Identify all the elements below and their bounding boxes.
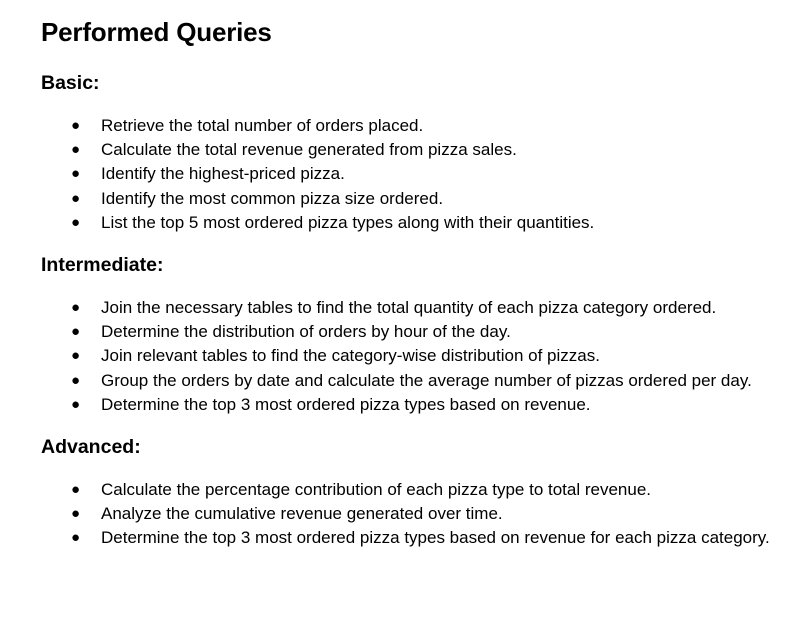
intermediate-query-list: ● Join the necessary tables to find the t…	[41, 296, 781, 417]
list-item: ● Determine the top 3 most ordered pizza …	[41, 526, 781, 550]
bullet-icon: ●	[71, 323, 81, 341]
list-item: ● Identify the most common pizza size ord…	[41, 187, 781, 211]
bullet-icon: ●	[71, 213, 81, 231]
list-item: ● List the top 5 most ordered pizza types…	[41, 211, 781, 235]
basic-query-list: ● Retrieve the total number of orders pla…	[41, 114, 781, 235]
bullet-icon: ●	[71, 165, 81, 183]
bullet-icon: ●	[71, 481, 81, 499]
bullet-icon: ●	[71, 189, 81, 207]
bullet-icon: ●	[71, 529, 81, 547]
page-title: Performed Queries	[41, 17, 272, 47]
list-item: ● Calculate the percentage contribution o…	[41, 478, 781, 502]
list-item: ● Determine the top 3 most ordered pizza …	[41, 393, 781, 417]
bullet-icon: ●	[71, 141, 81, 159]
document-page: Performed Queries Basic: ● Retrieve the t…	[41, 14, 781, 551]
bullet-icon: ●	[71, 299, 81, 317]
section-heading-basic: Basic:	[41, 72, 100, 94]
list-item: ● Determine the distribution of orders by…	[41, 320, 781, 344]
bullet-icon: ●	[71, 395, 81, 413]
list-item: ● Calculate the total revenue generated f…	[41, 138, 781, 162]
list-item: ● Retrieve the total number of orders pla…	[41, 114, 781, 138]
section-heading-advanced: Advanced:	[41, 436, 141, 459]
section-heading-intermediate: Intermediate:	[41, 254, 164, 277]
list-item: ● Join relevant tables to find the catego…	[41, 344, 781, 368]
bullet-icon: ●	[71, 371, 81, 389]
list-item: ● Join the necessary tables to find the t…	[41, 296, 781, 320]
bullet-icon: ●	[71, 117, 81, 134]
list-item: ● Group the orders by date and calculate …	[41, 369, 781, 393]
list-item: ● Analyze the cumulative revenue generate…	[41, 502, 781, 526]
bullet-icon: ●	[71, 505, 81, 523]
advanced-query-list: ● Calculate the percentage contribution o…	[41, 478, 781, 551]
list-item: ● Identify the highest-priced pizza.	[41, 162, 781, 186]
bullet-icon: ●	[71, 347, 81, 365]
